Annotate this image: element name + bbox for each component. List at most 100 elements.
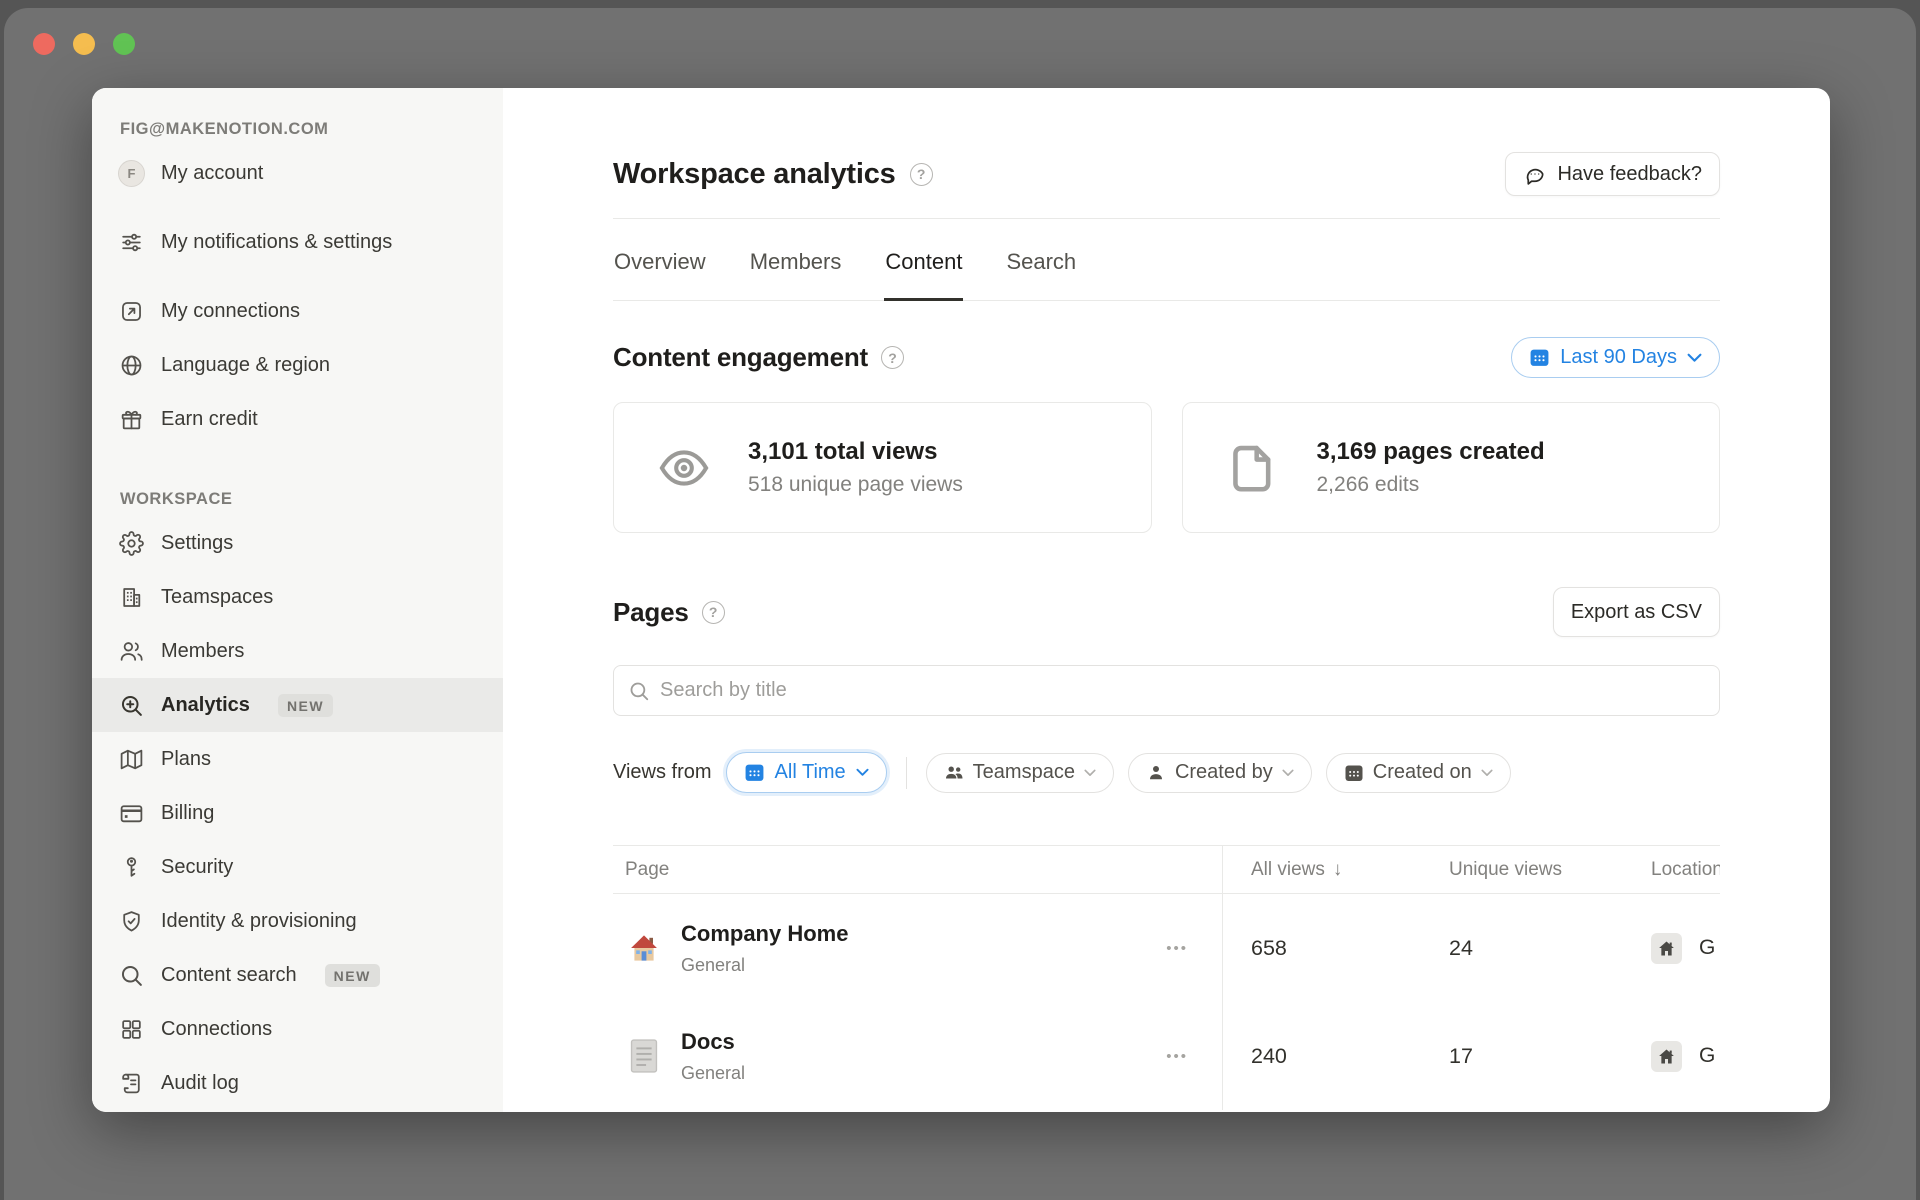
all-views-cell: 658: [1222, 936, 1420, 961]
views-from-filter[interactable]: All Time: [726, 752, 887, 793]
table-row[interactable]: Company Home General ••• 658 24: [613, 894, 1720, 1002]
all-views-cell: 240: [1222, 1044, 1420, 1069]
calendar-icon: [1344, 763, 1364, 783]
people-icon: [944, 763, 964, 783]
sidebar-item-my-account[interactable]: F My account: [92, 146, 503, 200]
account-email-heading: FIG@MAKENOTION.COM: [92, 112, 503, 146]
gear-icon: [118, 530, 145, 557]
calendar-icon: [744, 762, 765, 783]
column-header-unique-views[interactable]: Unique views: [1420, 859, 1622, 881]
chevron-down-icon: [1282, 769, 1294, 777]
grid-icon: [118, 1016, 145, 1043]
home-location-icon: [1651, 933, 1682, 964]
chevron-down-icon: [856, 768, 869, 777]
chevron-down-icon: [1084, 769, 1096, 777]
sidebar-item-teamspaces[interactable]: Teamspaces: [92, 570, 503, 624]
window-controls: [33, 33, 135, 55]
row-more-button[interactable]: •••: [1166, 1048, 1188, 1065]
shield-check-icon: [118, 908, 145, 935]
workspace-section-heading: WORKSPACE: [92, 482, 503, 516]
house-emoji-icon: [625, 929, 663, 967]
analytics-main-panel: Workspace analytics ? Have feedback?: [503, 88, 1830, 1112]
sidebar-item-identity-provisioning[interactable]: Identity & provisioning: [92, 894, 503, 948]
sidebar-item-language-region[interactable]: Language & region: [92, 338, 503, 392]
table-column-divider: [1222, 846, 1223, 1110]
person-icon: [1146, 763, 1166, 783]
sort-descending-icon: ↓: [1333, 859, 1343, 881]
analytics-tabs: Overview Members Content Search: [613, 219, 1720, 301]
sidebar-item-plans[interactable]: Plans: [92, 732, 503, 786]
globe-icon: [118, 352, 145, 379]
sliders-icon: [118, 229, 145, 256]
page-title: Workspace analytics: [613, 158, 896, 191]
sidebar-item-notifications-settings[interactable]: My notifications & settings: [92, 200, 503, 284]
chat-bubble-icon: [1523, 163, 1546, 186]
tab-search[interactable]: Search: [1005, 219, 1077, 300]
sidebar-item-my-connections[interactable]: My connections: [92, 284, 503, 338]
total-views-card: 3,101 total views 518 unique page views: [613, 402, 1152, 533]
sidebar-item-billing[interactable]: Billing: [92, 786, 503, 840]
content-engagement-title: Content engagement: [613, 342, 868, 373]
help-icon[interactable]: ?: [910, 163, 933, 186]
zoom-window-button[interactable]: [113, 33, 135, 55]
app-window: FIG@MAKENOTION.COM F My account My notif…: [4, 8, 1916, 1200]
sidebar-item-audit-log[interactable]: Audit log: [92, 1056, 503, 1110]
settings-dialog: FIG@MAKENOTION.COM F My account My notif…: [92, 88, 1830, 1112]
date-range-filter[interactable]: Last 90 Days: [1511, 337, 1720, 378]
close-window-button[interactable]: [33, 33, 55, 55]
unique-views-value: 518 unique page views: [748, 473, 963, 497]
external-link-icon: [118, 298, 145, 325]
key-icon: [118, 854, 145, 881]
table-row[interactable]: Docs General ••• 240 17: [613, 1002, 1720, 1110]
help-icon[interactable]: ?: [702, 601, 725, 624]
credit-card-icon: [118, 800, 145, 827]
scroll-icon: [118, 1070, 145, 1097]
page-row-subtitle: General: [681, 1063, 745, 1084]
help-icon[interactable]: ?: [881, 346, 904, 369]
minimize-window-button[interactable]: [73, 33, 95, 55]
home-location-icon: [1651, 1041, 1682, 1072]
page-row-title: Company Home: [681, 921, 848, 947]
sidebar-item-analytics[interactable]: Analytics NEW: [92, 678, 503, 732]
calendar-icon: [1529, 347, 1550, 368]
search-icon: [628, 680, 650, 702]
location-cell: G: [1622, 933, 1720, 964]
page-row-title: Docs: [681, 1029, 745, 1055]
have-feedback-button[interactable]: Have feedback?: [1505, 152, 1720, 196]
tab-content[interactable]: Content: [884, 219, 963, 301]
tab-members[interactable]: Members: [749, 219, 843, 300]
total-views-value: 3,101 total views: [748, 438, 963, 466]
magnifier-plus-icon: [118, 692, 145, 719]
chevron-down-icon: [1481, 769, 1493, 777]
column-header-all-views[interactable]: All views ↓: [1222, 859, 1420, 881]
building-icon: [118, 584, 145, 611]
unique-views-cell: 17: [1420, 1044, 1622, 1069]
tab-overview[interactable]: Overview: [613, 219, 707, 300]
unique-views-cell: 24: [1420, 936, 1622, 961]
column-header-page[interactable]: Page: [613, 859, 1222, 881]
sidebar-item-members[interactable]: Members: [92, 624, 503, 678]
sidebar-item-settings[interactable]: Settings: [92, 516, 503, 570]
sidebar-item-earn-credit[interactable]: Earn credit: [92, 392, 503, 446]
edits-value: 2,266 edits: [1317, 473, 1545, 497]
new-badge: NEW: [278, 694, 333, 717]
row-more-button[interactable]: •••: [1166, 940, 1188, 957]
avatar: F: [118, 160, 145, 187]
gift-icon: [118, 406, 145, 433]
teamspace-filter[interactable]: Teamspace: [926, 753, 1114, 793]
pages-table: Page All views ↓ Unique views Location: [613, 845, 1720, 1110]
eye-icon: [658, 442, 710, 494]
column-header-location[interactable]: Location: [1622, 859, 1720, 881]
location-cell: G: [1622, 1041, 1720, 1072]
search-input[interactable]: [660, 679, 1705, 702]
page-row-subtitle: General: [681, 955, 848, 976]
sidebar-item-content-search[interactable]: Content search NEW: [92, 948, 503, 1002]
filters-row: Views from All Time: [613, 752, 1720, 793]
created-on-filter[interactable]: Created on: [1326, 753, 1511, 793]
document-icon: [1227, 442, 1279, 494]
export-csv-button[interactable]: Export as CSV: [1553, 587, 1720, 637]
sidebar-item-connections[interactable]: Connections: [92, 1002, 503, 1056]
settings-sidebar: FIG@MAKENOTION.COM F My account My notif…: [92, 88, 503, 1112]
created-by-filter[interactable]: Created by: [1128, 753, 1312, 793]
sidebar-item-security[interactable]: Security: [92, 840, 503, 894]
